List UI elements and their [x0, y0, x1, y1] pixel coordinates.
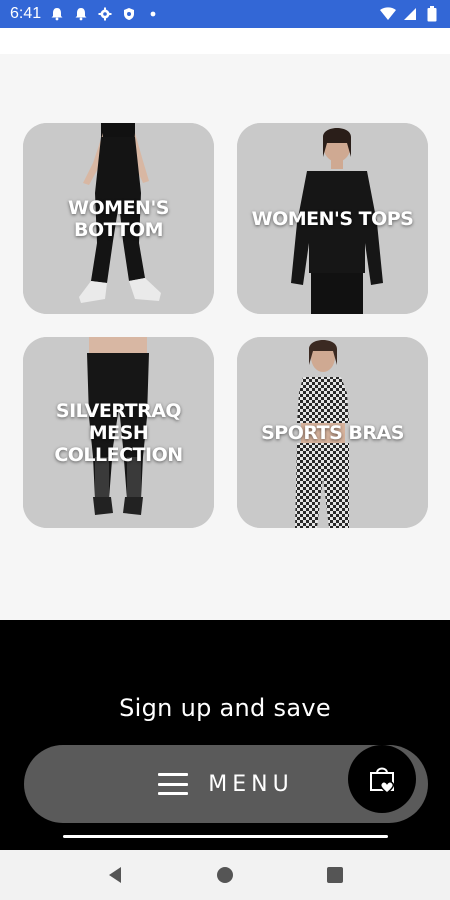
menu-label: MENU [208, 771, 294, 797]
category-tile-silvertraq-mesh-collection[interactable]: SILVERTRAQ MESH COLLECTION [23, 337, 214, 528]
recents-button[interactable] [320, 860, 350, 890]
back-icon [109, 867, 121, 883]
header-strip [0, 28, 450, 54]
bell-icon [49, 6, 65, 22]
back-button[interactable] [100, 860, 130, 890]
battery-icon [424, 6, 440, 22]
status-time: 6:41 [10, 5, 42, 22]
system-nav-bar [0, 850, 450, 900]
home-icon [217, 867, 233, 883]
shield-icon [121, 6, 137, 22]
status-bar: 6:41 [0, 0, 450, 28]
category-tile-womens-bottom[interactable]: WOMEN'S BOTTOM [23, 123, 214, 314]
category-label: WOMEN'S TOPS [251, 207, 414, 230]
dot-icon [145, 6, 161, 22]
signal-icon [402, 6, 418, 22]
wifi-icon [380, 6, 396, 22]
gear-icon [97, 6, 113, 22]
shopping-bag-heart-icon [370, 767, 395, 794]
category-label: WOMEN'S BOTTOM [68, 196, 169, 241]
category-tile-womens-tops[interactable]: WOMEN'S TOPS [237, 123, 428, 314]
hamburger-icon [158, 773, 189, 795]
recents-icon [327, 867, 343, 883]
category-label: SILVERTRAQ MESH COLLECTION [54, 399, 183, 466]
bell-icon [73, 6, 89, 22]
category-tile-sports-bras[interactable]: SPORTS BRAS [237, 337, 428, 528]
category-label: SPORTS BRAS [261, 421, 404, 444]
home-indicator [63, 835, 388, 838]
signup-heading[interactable]: Sign up and save [0, 694, 450, 722]
cart-button[interactable] [348, 745, 416, 813]
category-grid: WOMEN'S BOTTOM WOMEN'S TOPS SILVERTRAQ M… [0, 54, 450, 620]
home-button[interactable] [210, 860, 240, 890]
